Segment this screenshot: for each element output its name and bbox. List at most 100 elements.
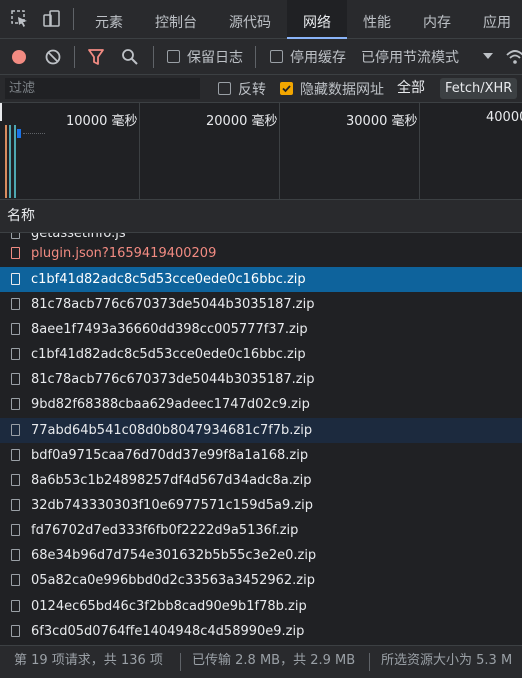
request-name: c1bf41d82adc8c5d53cce0ede0c16bbc.zip <box>31 272 306 287</box>
request-name: 05a82ca0e996bbd0d2c33563a3452962.zip <box>31 573 315 588</box>
preserve-log-label: 保留日志 <box>187 50 243 66</box>
file-icon <box>11 549 20 561</box>
invert-label: 反转 <box>238 82 266 98</box>
request-bar <box>17 129 21 138</box>
file-icon <box>11 474 20 486</box>
file-icon <box>11 233 20 239</box>
column-header-label: 名称 <box>7 208 35 224</box>
tab-performance[interactable]: 性能 <box>347 0 407 38</box>
file-icon <box>11 424 20 436</box>
filter-input[interactable] <box>5 78 200 99</box>
file-icon <box>11 373 20 385</box>
tick-line <box>419 103 420 199</box>
request-list: getassetinfo.js plugin.json?165941940020… <box>0 233 522 644</box>
toolbar-divider <box>74 46 75 68</box>
chevron-down-icon[interactable] <box>482 51 494 61</box>
network-conditions-icon[interactable] <box>506 48 522 66</box>
hide-data-urls-label: 隐藏数据网址 <box>300 82 384 98</box>
request-row[interactable]: 8aee1f7493a36660dd398cc005777f37.zip <box>0 317 522 342</box>
disable-cache-checkbox[interactable] <box>270 50 283 63</box>
request-name: 32db743330303f10e6977571c159d5a9.zip <box>31 498 314 513</box>
clear-icon[interactable] <box>44 48 62 66</box>
toolbar-divider <box>73 8 74 30</box>
disable-cache-label: 停用缓存 <box>290 50 346 66</box>
request-name: plugin.json?1659419400209 <box>31 246 217 261</box>
request-row[interactable]: fd76702d7ed333f6fb0f2222d9a5136f.zip <box>0 518 522 543</box>
request-bar <box>23 133 45 135</box>
request-name: 68e34b96d7d754e301632b5b55c3e2e0.zip <box>31 548 317 563</box>
device-toolbar-icon[interactable] <box>42 9 62 29</box>
request-name: 8a6b53c1b24898257df4d567d34adc8a.zip <box>31 473 312 488</box>
network-toolbar: 保留日志 停用缓存 已停用节流模式 <box>0 39 522 75</box>
request-row[interactable]: 05a82ca0e996bbd0d2c33563a3452962.zip <box>0 568 522 593</box>
filter-icon[interactable] <box>87 48 105 66</box>
transferred-size: 已传输 2.8 MB，共 2.9 MB <box>192 653 356 668</box>
request-row[interactable]: 81c78acb776c670373de5044b3035187.zip <box>0 292 522 317</box>
request-row[interactable]: c1bf41d82adc8c5d53cce0ede0c16bbc.zip <box>0 342 522 367</box>
request-row[interactable]: 8a6b53c1b24898257df4d567d34adc8a.zip <box>0 468 522 493</box>
panel-tabs: 元素 控制台 源代码 网络 性能 内存 应用 <box>79 0 522 39</box>
tab-application[interactable]: 应用 <box>467 0 522 38</box>
selected-resource-size: 所选资源大小为 5.3 M <box>381 653 513 668</box>
request-name: 9bd82f68388cbaa629adeec1747d02c9.zip <box>31 397 310 412</box>
timeline-overview[interactable]: 10000 毫秒 20000 毫秒 30000 毫秒 40000 <box>0 103 522 200</box>
request-row[interactable]: 81c78acb776c670373de5044b3035187.zip <box>0 367 522 392</box>
request-name: 8aee1f7493a36660dd398cc005777f37.zip <box>31 322 308 337</box>
record-icon[interactable] <box>10 48 28 66</box>
tab-memory[interactable]: 内存 <box>407 0 467 38</box>
file-icon <box>11 273 20 285</box>
checkmark-icon <box>282 85 291 93</box>
tick-label: 40000 <box>486 110 522 125</box>
filter-all-button[interactable]: 全部 <box>392 78 430 99</box>
request-row[interactable]: 9bd82f68388cbaa629adeec1747d02c9.zip <box>0 392 522 417</box>
overview-handle[interactable] <box>0 103 2 121</box>
file-icon <box>11 449 20 461</box>
file-icon <box>11 600 20 612</box>
search-icon[interactable] <box>121 48 139 66</box>
file-icon <box>11 499 20 511</box>
request-row[interactable]: 32db743330303f10e6977571c159d5a9.zip <box>0 493 522 518</box>
status-divider <box>180 653 181 671</box>
request-row[interactable]: 68e34b96d7d754e301632b5b55c3e2e0.zip <box>0 543 522 568</box>
request-name: 0124ec65bd46c3f2bb8cad90e9b1f78b.zip <box>31 599 307 614</box>
request-name: 81c78acb776c670373de5044b3035187.zip <box>31 372 315 387</box>
request-row[interactable]: plugin.json?1659419400209 <box>0 241 522 266</box>
request-bar <box>14 125 16 198</box>
tick-line <box>279 103 280 199</box>
request-name: c1bf41d82adc8c5d53cce0ede0c16bbc.zip <box>31 347 306 362</box>
devtools-tabbar: 元素 控制台 源代码 网络 性能 内存 应用 <box>0 0 522 39</box>
file-icon <box>11 348 20 360</box>
request-bar <box>9 125 11 198</box>
error-file-icon <box>11 247 20 259</box>
request-row[interactable]: 0124ec65bd46c3f2bb8cad90e9b1f78b.zip <box>0 594 522 619</box>
throttling-select[interactable]: 已停用节流模式 <box>361 47 459 67</box>
tab-elements[interactable]: 元素 <box>79 0 139 38</box>
request-row[interactable]: bdf0a9715caa76d70dd37e99f8a1a168.zip <box>0 443 522 468</box>
tick-label: 10000 毫秒 <box>66 114 138 129</box>
filter-fetch-xhr-button[interactable]: Fetch/XHR <box>440 78 518 99</box>
request-row-selected[interactable]: c1bf41d82adc8c5d53cce0ede0c16bbc.zip <box>0 267 522 292</box>
request-row-hovered[interactable]: 77abd64b541c08d0b8047934681c7f7b.zip <box>0 418 522 443</box>
toolbar-divider <box>153 46 154 68</box>
request-count: 第 19 项请求，共 136 项 <box>14 653 163 668</box>
file-icon <box>11 574 20 586</box>
request-name: bdf0a9715caa76d70dd37e99f8a1a168.zip <box>31 448 309 463</box>
inspect-element-icon[interactable] <box>10 9 30 29</box>
invert-checkbox[interactable] <box>218 82 231 95</box>
tick-label: 20000 毫秒 <box>206 114 278 129</box>
tick-line <box>139 103 140 199</box>
tab-console[interactable]: 控制台 <box>139 0 213 38</box>
request-row[interactable]: 6f3cd05d0764ffe1404948c4d58990e9.zip <box>0 619 522 644</box>
hide-data-urls-checkbox[interactable] <box>280 82 293 95</box>
request-name: 77abd64b541c08d0b8047934681c7f7b.zip <box>31 423 313 438</box>
column-header-name[interactable]: 名称 <box>0 200 522 233</box>
preserve-log-checkbox[interactable] <box>167 50 180 63</box>
file-icon <box>11 625 20 637</box>
file-icon <box>11 524 20 536</box>
request-name: 81c78acb776c670373de5044b3035187.zip <box>31 297 315 312</box>
tab-sources[interactable]: 源代码 <box>213 0 287 38</box>
request-name: fd76702d7ed333f6fb0f2222d9a5136f.zip <box>31 523 299 538</box>
tab-network[interactable]: 网络 <box>287 0 347 39</box>
request-bar <box>5 125 7 198</box>
tick-label: 30000 毫秒 <box>346 114 418 129</box>
